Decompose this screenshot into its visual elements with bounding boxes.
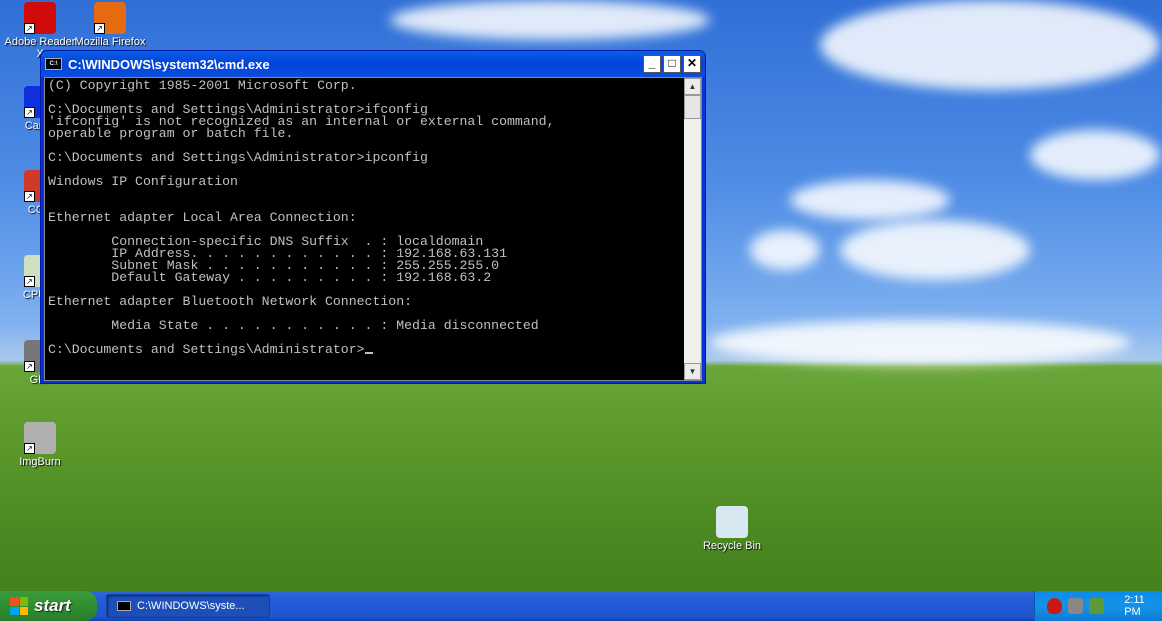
scroll-down-icon[interactable]: ▼ [684,363,701,380]
shortcut-arrow-icon: ↗ [24,107,35,118]
desktop-icon-label: ImgBurn [19,456,61,468]
console-line: Media State . . . . . . . . . . . : Medi… [48,318,539,333]
shortcut-arrow-icon: ↗ [24,23,35,34]
close-button[interactable]: ✕ [683,55,701,73]
network-icon[interactable] [1089,598,1105,614]
desktop-icon[interactable]: Recycle Bin [692,506,772,552]
console-line: Ethernet adapter Local Area Connection: [48,210,357,225]
task-label: C:\WINDOWS\syste... [137,600,245,612]
title-bar[interactable]: C:\ C:\WINDOWS\system32\cmd.exe _ □ ✕ [41,51,705,77]
maximize-button[interactable]: □ [663,55,681,73]
console-line: Ethernet adapter Bluetooth Network Conne… [48,294,413,309]
security-alert-icon[interactable] [1047,598,1063,614]
app-icon: ↗ [24,2,56,34]
vertical-scrollbar[interactable]: ▲ ▼ [684,78,701,380]
desktop-icon[interactable]: ↗ Mozilla Firefox [70,2,150,48]
console-line: Default Gateway . . . . . . . . . : 192.… [48,270,492,285]
start-button[interactable]: start [0,591,97,621]
console-line: C:\Documents and Settings\Administrator> [48,343,681,356]
app-icon: ↗ [24,422,56,454]
console-line: operable program or batch file. [48,126,294,141]
shortcut-arrow-icon: ↗ [24,443,35,454]
windows-flag-icon [10,597,28,615]
taskbar: start C:\WINDOWS\syste... 2:11 PM [0,591,1162,621]
shortcut-arrow-icon: ↗ [24,276,35,287]
shortcut-arrow-icon: ↗ [24,361,35,372]
desktop-icon-label: Mozilla Firefox [74,36,146,48]
console-line: (C) Copyright 1985-2001 Microsoft Corp. [48,78,357,93]
window-title: C:\WINDOWS\system32\cmd.exe [68,56,270,72]
console-line: Windows IP Configuration [48,174,238,189]
minimize-button[interactable]: _ [643,55,661,73]
scroll-thumb[interactable] [684,95,701,119]
app-icon [716,506,748,538]
start-label: start [34,596,71,615]
text-cursor [364,352,373,354]
shortcut-arrow-icon: ↗ [24,191,35,202]
cmd-window[interactable]: C:\ C:\WINDOWS\system32\cmd.exe _ □ ✕ (C… [40,50,706,384]
vmware-icon[interactable] [1068,598,1084,614]
desktop-icon-label: Recycle Bin [702,540,762,552]
app-icon: ↗ [94,2,126,34]
scroll-up-icon[interactable]: ▲ [684,78,701,95]
console-output[interactable]: (C) Copyright 1985-2001 Microsoft Corp. C… [45,78,684,380]
taskbar-item-cmd[interactable]: C:\WINDOWS\syste... [106,594,270,618]
shortcut-arrow-icon: ↗ [94,23,105,34]
clock[interactable]: 2:11 PM [1124,594,1162,618]
cmd-icon: C:\ [45,58,62,70]
cmd-icon [117,601,131,611]
console-line: C:\Documents and Settings\Administrator>… [48,150,428,165]
desktop-icon[interactable]: ↗ ImgBurn [0,422,80,468]
system-tray: 2:11 PM [1034,591,1162,621]
